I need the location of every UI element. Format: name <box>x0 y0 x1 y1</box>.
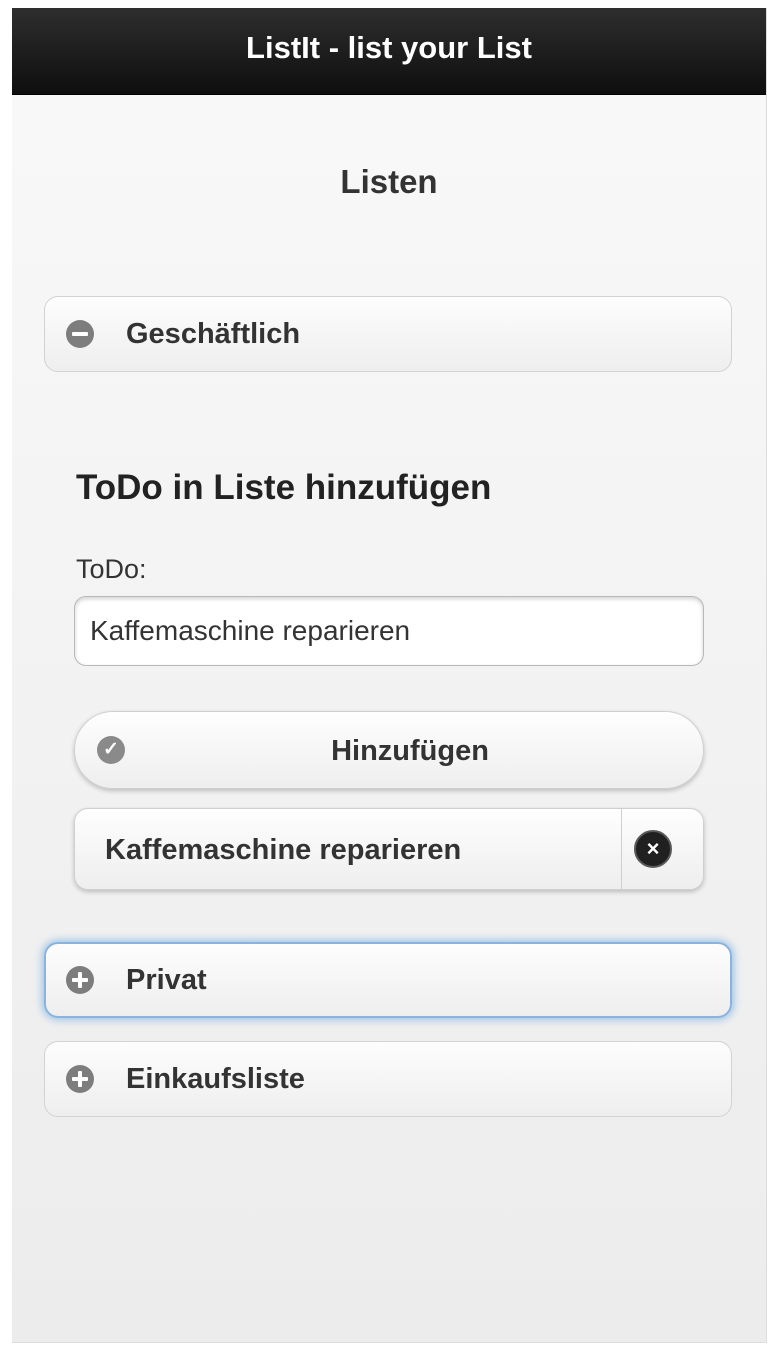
list-toggle-label: Privat <box>126 964 207 996</box>
app-title: ListIt - list your List <box>246 30 532 65</box>
add-todo-button-label: Hinzufügen <box>331 735 489 767</box>
minus-circle-icon <box>66 320 94 348</box>
page-title: Listen <box>340 163 438 200</box>
todo-field-label: ToDo: <box>76 554 147 584</box>
delete-todo-button[interactable]: × <box>621 809 704 889</box>
list-toggle-label: Geschäftlich <box>126 318 301 350</box>
plus-circle-icon <box>66 966 94 994</box>
list-toggle-label: Einkaufsliste <box>126 1063 305 1095</box>
list-toggle-einkaufsliste[interactable]: Einkaufsliste <box>44 1041 732 1117</box>
plus-circle-icon <box>66 1065 94 1093</box>
list-toggle-privat[interactable]: Privat <box>44 942 732 1018</box>
add-todo-heading: ToDo in Liste hinzufügen <box>76 468 492 507</box>
todo-input[interactable] <box>74 596 704 666</box>
list-toggle-geschaeftlich[interactable]: Geschäftlich <box>44 296 732 372</box>
todo-list-item[interactable]: Kaffemaschine reparieren × <box>74 808 704 890</box>
app-screen: ListIt - list your List Listen Geschäftl… <box>12 8 767 1343</box>
todo-item-label: Kaffemaschine reparieren <box>105 834 462 866</box>
delete-circle-icon: × <box>634 830 672 868</box>
app-header: ListIt - list your List <box>12 8 766 95</box>
add-todo-button[interactable]: ✓ Hinzufügen <box>74 711 704 789</box>
